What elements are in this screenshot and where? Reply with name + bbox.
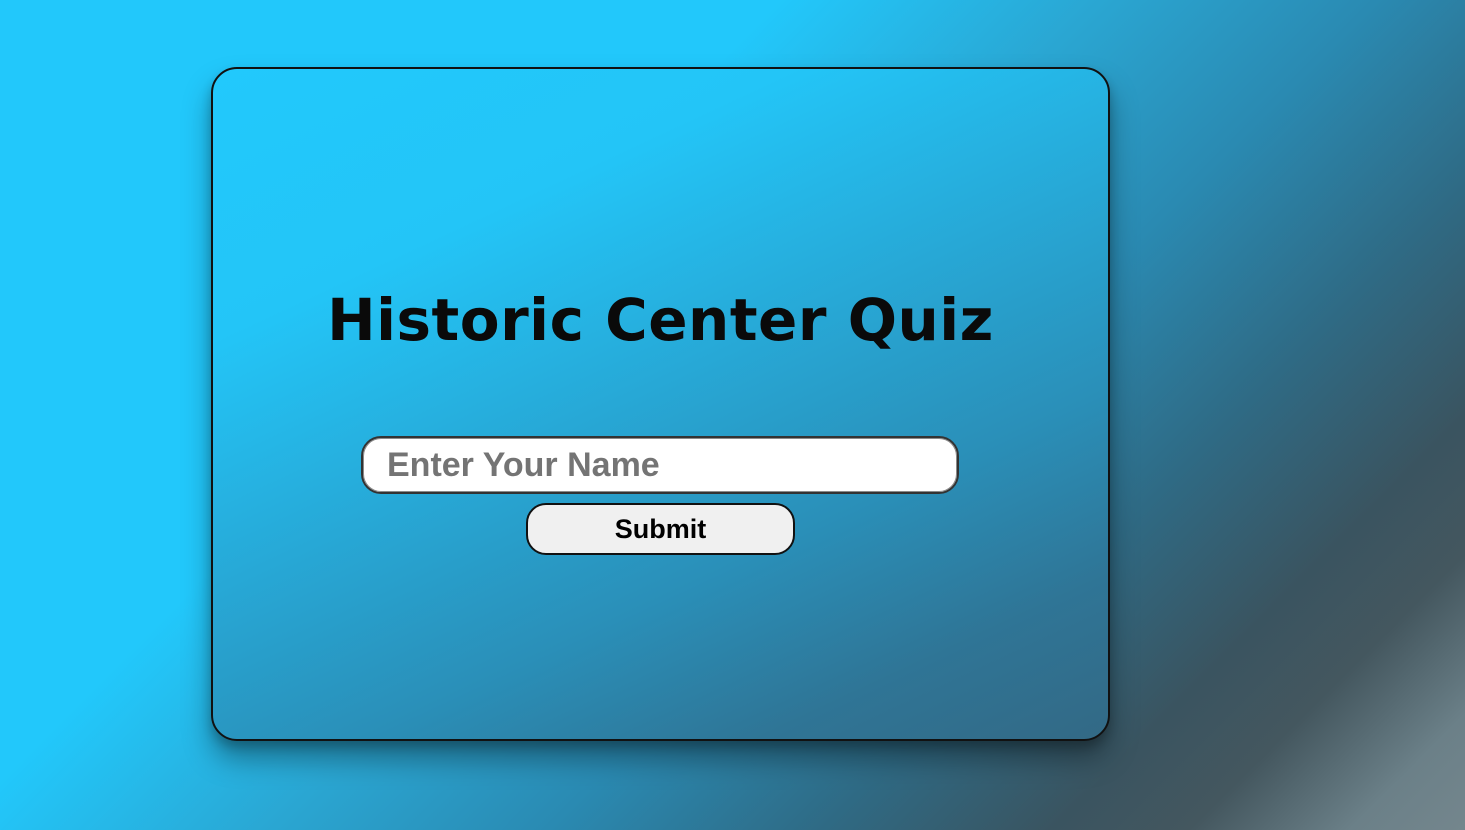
name-input[interactable] [361, 436, 959, 494]
page-title: Historic Center Quiz [327, 286, 994, 354]
quiz-card: Historic Center Quiz [211, 67, 1110, 741]
submit-button[interactable]: Submit [526, 503, 795, 555]
